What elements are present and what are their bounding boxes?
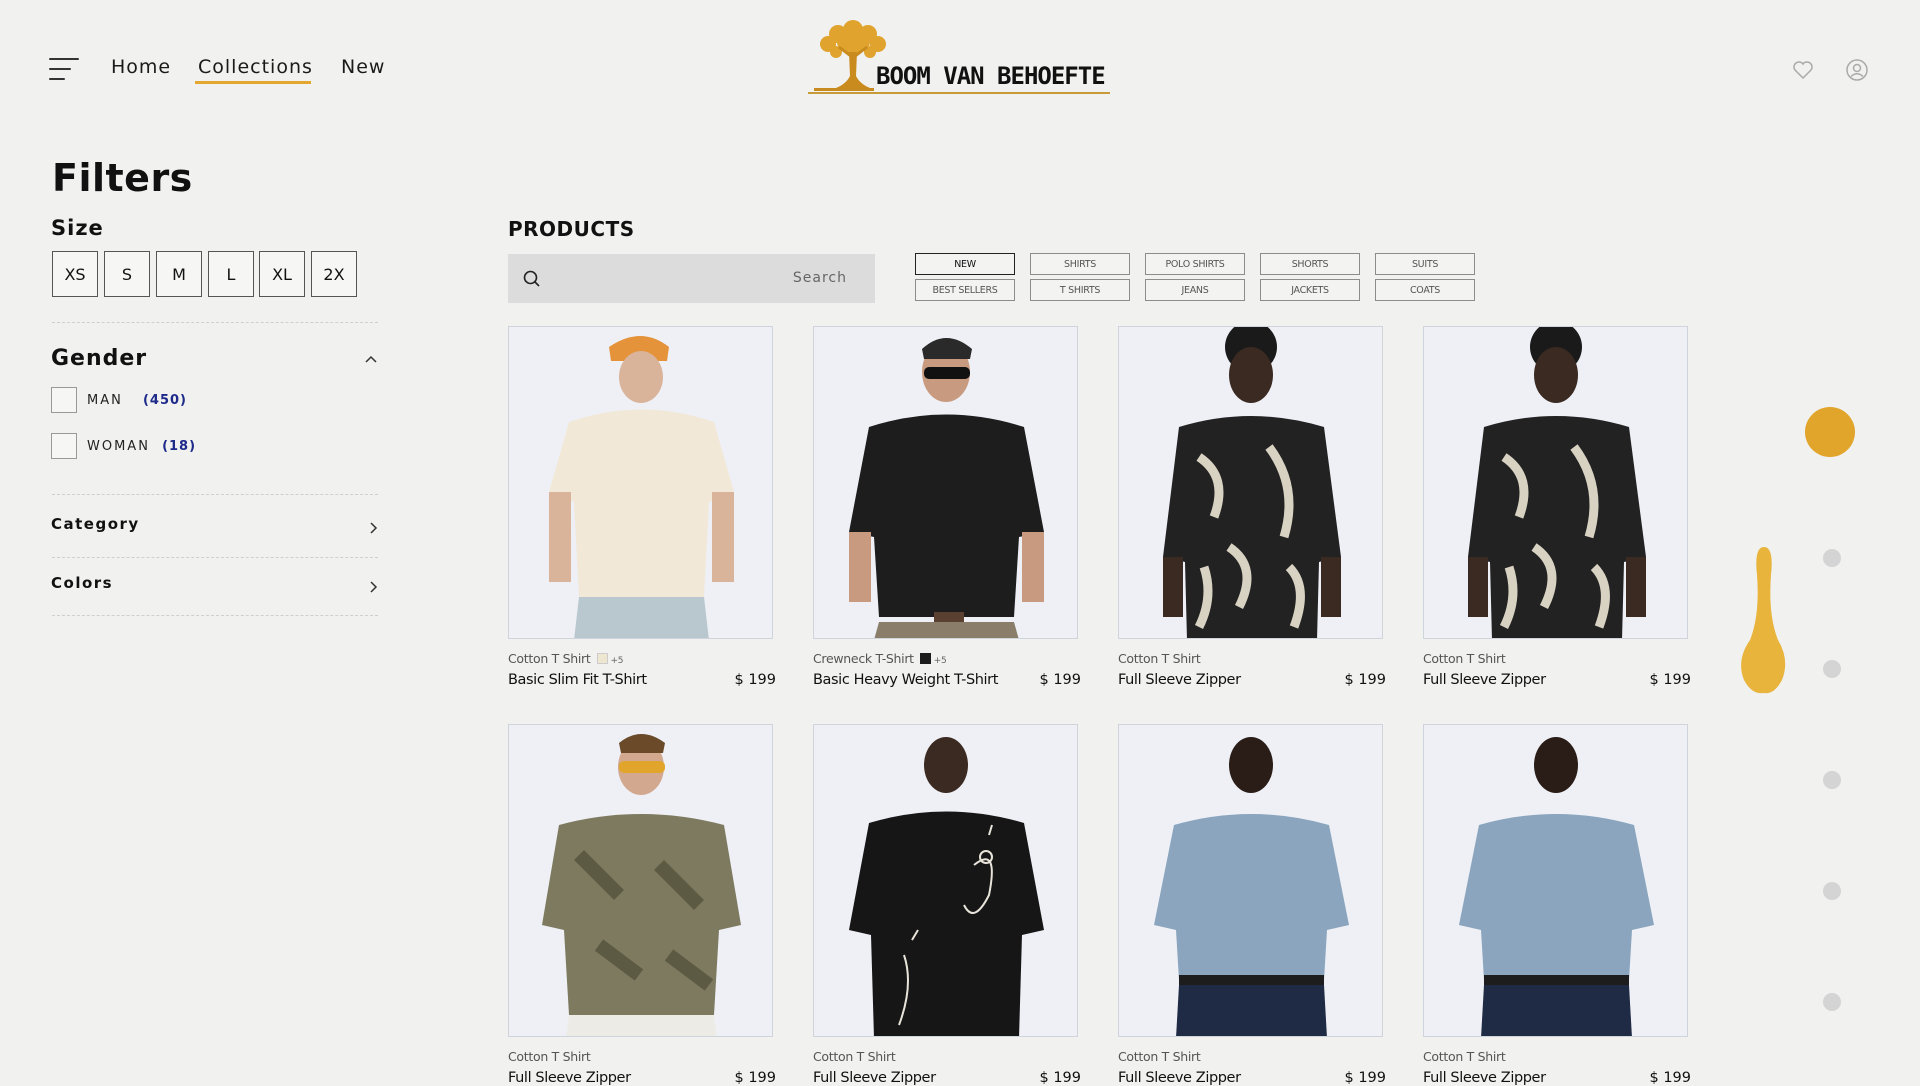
chip-jackets[interactable]: JACKETS bbox=[1260, 279, 1360, 301]
nav-home[interactable]: Home bbox=[111, 56, 171, 78]
filters-title: Filters bbox=[52, 156, 193, 200]
product-subtitle: Cotton T Shirt bbox=[508, 1049, 591, 1064]
chevron-right-icon[interactable] bbox=[365, 579, 383, 597]
chevron-right-icon[interactable] bbox=[365, 520, 383, 538]
nav-collections[interactable]: Collections bbox=[198, 56, 313, 78]
product-subtitle: Crewneck T-Shirt +5 bbox=[813, 651, 947, 666]
divider bbox=[52, 557, 378, 558]
chip-shorts[interactable]: SHORTS bbox=[1260, 253, 1360, 275]
user-icon[interactable] bbox=[1845, 58, 1871, 84]
slider-dot[interactable] bbox=[1823, 549, 1841, 567]
size-title: Size bbox=[51, 216, 104, 240]
divider bbox=[52, 322, 378, 323]
gender-woman-label: WOMAN (18) bbox=[87, 439, 196, 454]
product-name[interactable]: Basic Slim Fit T-Shirt bbox=[508, 672, 647, 688]
chip-best-sellers[interactable]: BEST SELLERS bbox=[915, 279, 1015, 301]
heart-icon[interactable] bbox=[1791, 58, 1817, 84]
slider-dot[interactable] bbox=[1823, 660, 1841, 678]
product-name[interactable]: Full Sleeve Zipper bbox=[1423, 672, 1546, 688]
gender-title: Gender bbox=[51, 346, 148, 371]
product-name[interactable]: Full Sleeve Zipper bbox=[813, 1070, 936, 1086]
more-colors[interactable]: +5 bbox=[611, 656, 624, 666]
menu-icon[interactable] bbox=[49, 58, 79, 80]
size-l-button[interactable]: L bbox=[208, 251, 254, 297]
product-name[interactable]: Basic Heavy Weight T-Shirt bbox=[813, 672, 998, 688]
product-subtitle: Cotton T Shirt bbox=[1118, 1049, 1201, 1064]
logo-text: BOOM VAN BEHOEFTE bbox=[876, 62, 1106, 90]
colors-title[interactable]: Colors bbox=[51, 574, 113, 592]
product-image[interactable] bbox=[1118, 326, 1383, 639]
chip-jeans[interactable]: JEANS bbox=[1145, 279, 1245, 301]
size-2x-button[interactable]: 2X bbox=[311, 251, 357, 297]
chevron-up-icon[interactable] bbox=[363, 351, 381, 369]
gender-man-text: MAN bbox=[87, 393, 123, 408]
product-image[interactable] bbox=[508, 326, 773, 639]
chip-t-shirts[interactable]: T SHIRTS bbox=[1030, 279, 1130, 301]
category-title[interactable]: Category bbox=[51, 515, 140, 533]
product-image[interactable] bbox=[1423, 326, 1688, 639]
size-s-button[interactable]: S bbox=[104, 251, 150, 297]
product-price: $ 199 bbox=[1649, 1070, 1691, 1086]
divider bbox=[52, 494, 378, 495]
product-name[interactable]: Full Sleeve Zipper bbox=[1423, 1070, 1546, 1086]
gender-man-label: MAN (450) bbox=[87, 393, 187, 408]
slider-active-dot[interactable] bbox=[1805, 407, 1855, 457]
size-m-button[interactable]: M bbox=[156, 251, 202, 297]
nav-new[interactable]: New bbox=[341, 56, 385, 78]
slider-dot[interactable] bbox=[1823, 771, 1841, 789]
divider bbox=[52, 615, 378, 616]
color-swatch[interactable] bbox=[596, 653, 608, 664]
size-xl-button[interactable]: XL bbox=[259, 251, 305, 297]
product-name[interactable]: Full Sleeve Zipper bbox=[1118, 672, 1241, 688]
gender-woman-checkbox[interactable] bbox=[51, 433, 77, 459]
chip-new[interactable]: NEW bbox=[915, 253, 1015, 275]
product-image[interactable] bbox=[508, 724, 773, 1037]
product-subtitle: Cotton T Shirt bbox=[813, 1049, 896, 1064]
product-price: $ 199 bbox=[734, 672, 776, 688]
product-image[interactable] bbox=[813, 326, 1078, 639]
search-placeholder: Search bbox=[792, 270, 847, 286]
gender-man-checkbox[interactable] bbox=[51, 387, 77, 413]
gender-man-count: (450) bbox=[142, 393, 188, 408]
color-swatch[interactable] bbox=[919, 653, 931, 664]
drop-indicator bbox=[1741, 547, 1786, 694]
gender-woman-text: WOMAN bbox=[87, 439, 150, 454]
product-name[interactable]: Full Sleeve Zipper bbox=[1118, 1070, 1241, 1086]
product-name[interactable]: Full Sleeve Zipper bbox=[508, 1070, 631, 1086]
slider-dot[interactable] bbox=[1823, 882, 1841, 900]
product-subtitle: Cotton T Shirt bbox=[1118, 651, 1201, 666]
size-xs-button[interactable]: XS bbox=[52, 251, 98, 297]
product-price: $ 199 bbox=[1649, 672, 1691, 688]
nav-active-indicator bbox=[195, 81, 311, 84]
product-price: $ 199 bbox=[1039, 1070, 1081, 1086]
product-price: $ 199 bbox=[1039, 672, 1081, 688]
chip-polo-shirts[interactable]: POLO SHIRTS bbox=[1145, 253, 1245, 275]
gender-woman-count: (18) bbox=[162, 439, 197, 454]
more-colors[interactable]: +5 bbox=[934, 656, 947, 666]
product-subtitle: Cotton T Shirt bbox=[1423, 651, 1506, 666]
product-image[interactable] bbox=[813, 724, 1078, 1037]
chip-shirts[interactable]: SHIRTS bbox=[1030, 253, 1130, 275]
product-price: $ 199 bbox=[1344, 672, 1386, 688]
search-input[interactable]: Search bbox=[508, 254, 875, 303]
product-price: $ 199 bbox=[1344, 1070, 1386, 1086]
product-subtitle: Cotton T Shirt +5 bbox=[508, 651, 624, 666]
products-title: PRODUCTS bbox=[508, 217, 635, 241]
brand-logo[interactable]: BOOM VAN BEHOEFTE bbox=[808, 14, 1114, 96]
chip-coats[interactable]: COATS bbox=[1375, 279, 1475, 301]
product-subtitle: Cotton T Shirt bbox=[1423, 1049, 1506, 1064]
chip-suits[interactable]: SUITS bbox=[1375, 253, 1475, 275]
product-price: $ 199 bbox=[734, 1070, 776, 1086]
product-image[interactable] bbox=[1423, 724, 1688, 1037]
product-image[interactable] bbox=[1118, 724, 1383, 1037]
slider-dot[interactable] bbox=[1823, 993, 1841, 1011]
search-icon bbox=[523, 270, 540, 287]
logo-underline bbox=[808, 92, 1110, 94]
